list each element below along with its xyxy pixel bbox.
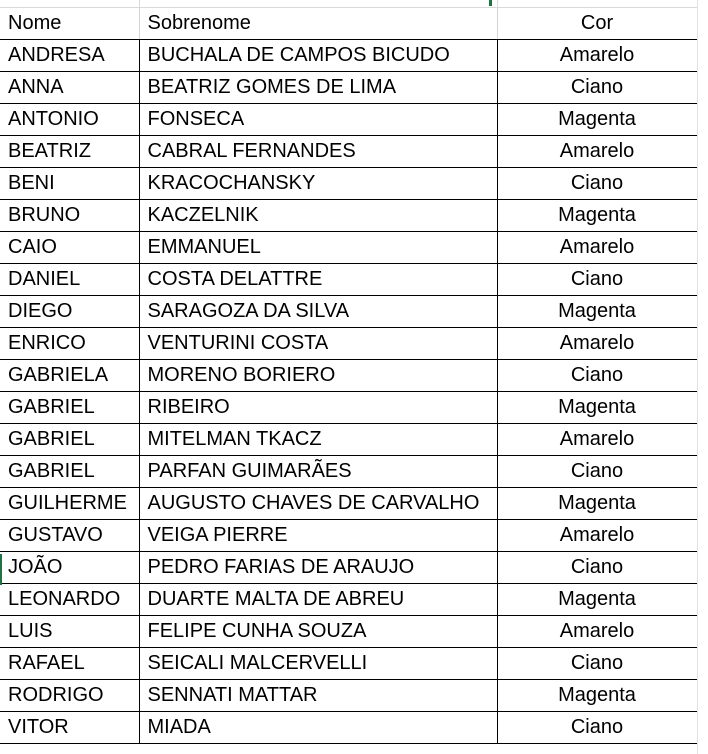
header-cell-cor[interactable]: Cor: [497, 8, 698, 40]
header-cell-nome[interactable]: Nome: [0, 8, 140, 40]
cell-sobrenome[interactable]: MITELMAN TKACZ: [139, 423, 498, 456]
cell-cor[interactable]: Ciano: [497, 263, 698, 296]
cell-sobrenome[interactable]: VENTURINI COSTA: [139, 327, 498, 360]
column-divider-tick: [497, 0, 498, 8]
cell-cor[interactable]: Amarelo: [497, 135, 698, 168]
cell-cor[interactable]: Magenta: [497, 679, 698, 712]
cell-sobrenome[interactable]: PARFAN GUIMARÃES: [139, 455, 498, 488]
table-row: VITOR MIADA Ciano: [0, 711, 698, 744]
cell-cor[interactable]: Magenta: [497, 583, 698, 616]
cell-sobrenome[interactable]: CABRAL FERNANDES: [139, 135, 498, 168]
cell-sobrenome[interactable]: RIBEIRO: [139, 391, 498, 424]
table-row: BRUNO KACZELNIK Magenta: [0, 199, 698, 232]
table-row: DIEGO SARAGOZA DA SILVA Magenta: [0, 295, 698, 328]
cell-sobrenome[interactable]: SEICALI MALCERVELLI: [139, 647, 498, 680]
cell-sobrenome[interactable]: KACZELNIK: [139, 199, 498, 232]
cell-cor[interactable]: Amarelo: [497, 231, 698, 264]
cell-sobrenome[interactable]: KRACOCHANSKY: [139, 167, 498, 200]
cell-sobrenome[interactable]: AUGUSTO CHAVES DE CARVALHO: [139, 487, 498, 520]
table-row: GABRIELA MORENO BORIERO Ciano: [0, 359, 698, 392]
cell-nome[interactable]: ENRICO: [0, 327, 140, 360]
cell-nome[interactable]: DANIEL: [0, 263, 140, 296]
cell-sobrenome[interactable]: BUCHALA DE CAMPOS BICUDO: [139, 39, 498, 72]
cell-cor[interactable]: Amarelo: [497, 519, 698, 552]
cell-cor[interactable]: Ciano: [497, 71, 698, 104]
cell-cor[interactable]: Ciano: [497, 455, 698, 488]
table-row: JOÃO PEDRO FARIAS DE ARAUJO Ciano: [0, 551, 698, 584]
cell-nome[interactable]: GABRIEL: [0, 455, 140, 488]
cell-sobrenome[interactable]: PEDRO FARIAS DE ARAUJO: [139, 551, 498, 584]
cell-nome[interactable]: BENI: [0, 167, 140, 200]
header-row: Nome Sobrenome Cor: [0, 8, 698, 40]
header-cell-sobrenome[interactable]: Sobrenome: [139, 8, 498, 40]
cell-cor[interactable]: Ciano: [497, 167, 698, 200]
cell-cor[interactable]: Amarelo: [497, 327, 698, 360]
column-divider-tick: [139, 0, 140, 8]
cell-nome[interactable]: RODRIGO: [0, 679, 140, 712]
cell-cor[interactable]: Magenta: [497, 103, 698, 136]
cell-nome[interactable]: GUILHERME: [0, 487, 140, 520]
cell-cor[interactable]: Amarelo: [497, 39, 698, 72]
row-selection-marker: [0, 554, 2, 585]
cell-nome[interactable]: ANNA: [0, 71, 140, 104]
cell-nome[interactable]: BEATRIZ: [0, 135, 140, 168]
cell-nome[interactable]: GABRIELA: [0, 359, 140, 392]
cell-cor[interactable]: Ciano: [497, 647, 698, 680]
table-row: GUSTAVO VEIGA PIERRE Amarelo: [0, 519, 698, 552]
cell-cor[interactable]: Amarelo: [497, 423, 698, 456]
table-row: BEATRIZ CABRAL FERNANDES Amarelo: [0, 135, 698, 168]
cell-sobrenome[interactable]: SENNATI MATTAR: [139, 679, 498, 712]
sheet-right-edge: [697, 0, 708, 754]
table-row: GABRIEL RIBEIRO Magenta: [0, 391, 698, 424]
cell-cor[interactable]: Ciano: [497, 711, 698, 744]
table-row: RAFAEL SEICALI MALCERVELLI Ciano: [0, 647, 698, 680]
cell-sobrenome[interactable]: FONSECA: [139, 103, 498, 136]
cell-cor[interactable]: Magenta: [497, 391, 698, 424]
cell-nome[interactable]: JOÃO: [0, 551, 140, 584]
active-cell-indicator: [489, 0, 492, 6]
table-row: ENRICO VENTURINI COSTA Amarelo: [0, 327, 698, 360]
table-row: BENI KRACOCHANSKY Ciano: [0, 167, 698, 200]
cell-nome[interactable]: VITOR: [0, 711, 140, 744]
cell-cor[interactable]: Amarelo: [497, 615, 698, 648]
cell-sobrenome[interactable]: COSTA DELATTRE: [139, 263, 498, 296]
table-row: ANNA BEATRIZ GOMES DE LIMA Ciano: [0, 71, 698, 104]
table-row: LEONARDO DUARTE MALTA DE ABREU Magenta: [0, 583, 698, 616]
table-row: DANIEL COSTA DELATTRE Ciano: [0, 263, 698, 296]
cell-sobrenome[interactable]: MORENO BORIERO: [139, 359, 498, 392]
cell-nome[interactable]: CAIO: [0, 231, 140, 264]
cell-cor[interactable]: Ciano: [497, 359, 698, 392]
cell-sobrenome[interactable]: SARAGOZA DA SILVA: [139, 295, 498, 328]
table-row: RODRIGO SENNATI MATTAR Magenta: [0, 679, 698, 712]
cell-nome[interactable]: GABRIEL: [0, 391, 140, 424]
cell-nome[interactable]: RAFAEL: [0, 647, 140, 680]
cell-nome[interactable]: GUSTAVO: [0, 519, 140, 552]
cell-nome[interactable]: LEONARDO: [0, 583, 140, 616]
cell-sobrenome[interactable]: BEATRIZ GOMES DE LIMA: [139, 71, 498, 104]
cell-sobrenome[interactable]: DUARTE MALTA DE ABREU: [139, 583, 498, 616]
cell-cor[interactable]: Magenta: [497, 295, 698, 328]
data-table: Nome Sobrenome Cor ANDRESA BUCHALA DE CAM…: [0, 8, 698, 744]
cell-nome[interactable]: GABRIEL: [0, 423, 140, 456]
table-row: ANDRESA BUCHALA DE CAMPOS BICUDO Amarelo: [0, 39, 698, 72]
cell-nome[interactable]: DIEGO: [0, 295, 140, 328]
table-row: CAIO EMMANUEL Amarelo: [0, 231, 698, 264]
table-row: LUIS FELIPE CUNHA SOUZA Amarelo: [0, 615, 698, 648]
cell-cor[interactable]: Ciano: [497, 551, 698, 584]
cell-nome[interactable]: ANTONIO: [0, 103, 140, 136]
table-row: GUILHERME AUGUSTO CHAVES DE CARVALHO Magen…: [0, 487, 698, 520]
cell-sobrenome[interactable]: FELIPE CUNHA SOUZA: [139, 615, 498, 648]
cell-sobrenome[interactable]: MIADA: [139, 711, 498, 744]
cell-nome[interactable]: LUIS: [0, 615, 140, 648]
cell-nome[interactable]: ANDRESA: [0, 39, 140, 72]
cell-nome[interactable]: BRUNO: [0, 199, 140, 232]
table-row: ANTONIO FONSECA Magenta: [0, 103, 698, 136]
cell-sobrenome[interactable]: EMMANUEL: [139, 231, 498, 264]
table-row: GABRIEL PARFAN GUIMARÃES Ciano: [0, 455, 698, 488]
cell-cor[interactable]: Magenta: [497, 487, 698, 520]
cell-sobrenome[interactable]: VEIGA PIERRE: [139, 519, 498, 552]
spreadsheet-sheet: Nome Sobrenome Cor ANDRESA BUCHALA DE CAM…: [0, 0, 708, 754]
table-row: GABRIEL MITELMAN TKACZ Amarelo: [0, 423, 698, 456]
cell-cor[interactable]: Magenta: [497, 199, 698, 232]
